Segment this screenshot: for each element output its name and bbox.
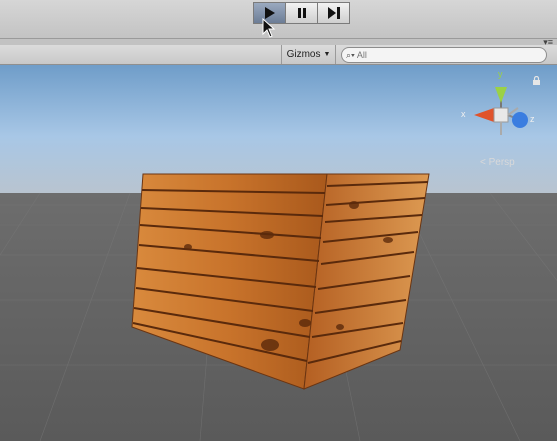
- z-axis-cone[interactable]: [512, 112, 528, 128]
- pause-icon: [297, 8, 306, 18]
- search-icon: ⌕▾: [346, 49, 355, 60]
- x-axis-label: x: [461, 109, 466, 119]
- projection-label[interactable]: < Persp: [480, 157, 515, 168]
- y-axis-label: y: [498, 69, 503, 79]
- step-icon: [327, 7, 340, 19]
- z-axis-label: z: [530, 114, 535, 124]
- step-button[interactable]: [317, 2, 350, 24]
- scene-search[interactable]: ⌕▾: [341, 47, 547, 63]
- gizmo-center-cube[interactable]: [493, 107, 509, 123]
- gizmos-label: Gizmos: [286, 49, 321, 60]
- mouse-cursor-icon: [262, 18, 276, 38]
- gizmos-dropdown[interactable]: Gizmos ▼: [281, 45, 336, 64]
- lock-icon[interactable]: [532, 76, 541, 86]
- chevron-left-icon: <: [480, 157, 489, 168]
- search-input[interactable]: [354, 50, 527, 60]
- pause-button[interactable]: [285, 2, 318, 24]
- persp-label: Persp: [488, 157, 515, 168]
- scene-viewport[interactable]: [0, 65, 557, 441]
- chevron-down-icon: ▼: [323, 51, 331, 58]
